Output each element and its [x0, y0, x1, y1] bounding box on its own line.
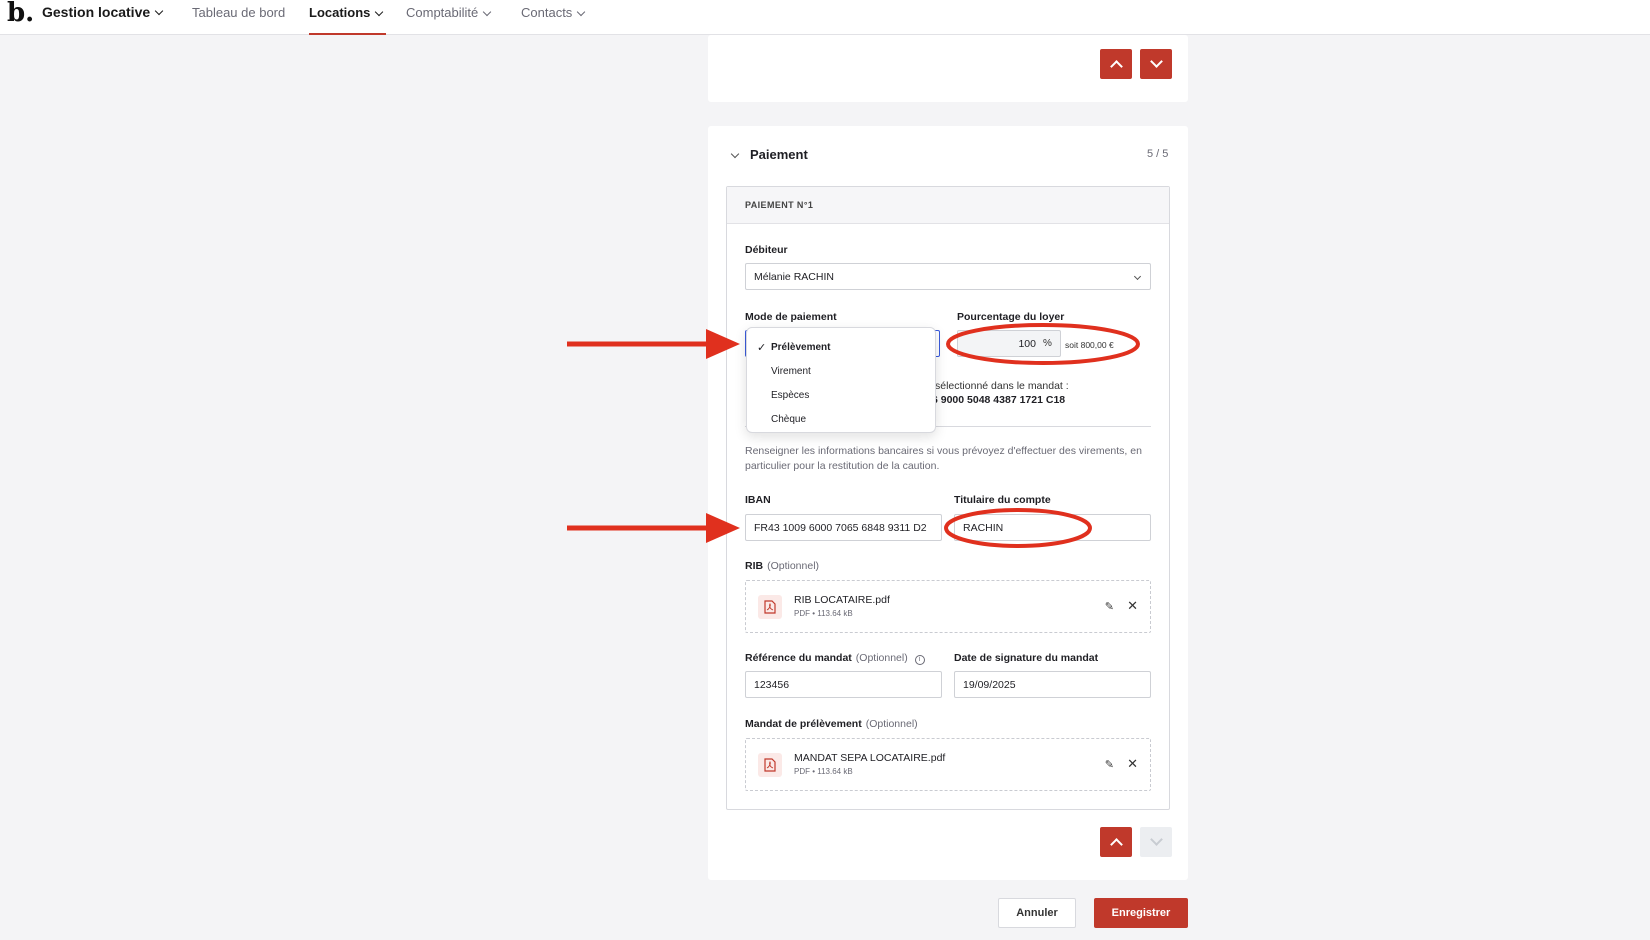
rent-amount: soit 800,00 €: [1065, 340, 1114, 350]
section-title: Paiement: [750, 147, 808, 162]
mandate-date-value: 19/09/2025: [963, 679, 1016, 691]
nav-tableau-de-bord[interactable]: Tableau de bord: [192, 5, 285, 35]
iban-label: IBAN: [745, 494, 771, 506]
chevron-down-icon: [375, 7, 384, 17]
chevron-up-icon: [1109, 60, 1123, 73]
iban-value: FR43 1009 6000 7065 6848 9311 D2: [754, 522, 927, 534]
iban-input[interactable]: FR43 1009 6000 7065 6848 9311 D2: [745, 514, 942, 541]
optional-hint: (Optionnel): [865, 718, 918, 730]
cancel-button[interactable]: Annuler: [998, 898, 1076, 928]
move-down-button[interactable]: [1140, 49, 1172, 79]
pencil-icon[interactable]: ✎: [1105, 758, 1114, 771]
mandate-file-name: MANDAT SEPA LOCATAIRE.pdf: [794, 752, 946, 764]
mandate-iban: 6 9000 5048 4387 1721 C18: [932, 394, 1066, 406]
rib-file-meta: PDF • 113.64 kB: [794, 609, 853, 618]
move-up-button[interactable]: [1100, 49, 1132, 79]
pdf-file-icon: [758, 753, 782, 777]
close-icon[interactable]: ✕: [1127, 756, 1138, 772]
nav-comptabilite[interactable]: Comptabilité: [406, 5, 492, 35]
close-icon[interactable]: ✕: [1127, 598, 1138, 614]
nav-label: Contacts: [521, 5, 573, 20]
top-navigation: b. Gestion locative Tableau de bord Loca…: [0, 0, 1650, 35]
chevron-down-icon: [154, 6, 164, 16]
nav-locations[interactable]: Locations: [309, 5, 387, 35]
optional-hint: (Optionnel): [767, 560, 820, 572]
move-down-button[interactable]: [1140, 827, 1172, 857]
pencil-icon[interactable]: ✎: [1105, 600, 1114, 613]
debtor-select[interactable]: Mélanie RACHIN: [745, 263, 1151, 290]
chevron-up-icon: [1109, 838, 1123, 851]
previous-section-card: [708, 35, 1188, 102]
section-step: 5 / 5: [1147, 148, 1169, 160]
account-holder-label: Titulaire du compte: [954, 494, 1051, 506]
checkmark-icon: ✓: [757, 342, 767, 354]
account-holder-input[interactable]: RACHIN: [954, 514, 1151, 541]
payment-mode-label: Mode de paiement: [745, 311, 837, 323]
move-up-button[interactable]: [1100, 827, 1132, 857]
option-prelevement[interactable]: Prélèvement: [771, 342, 830, 353]
option-especes[interactable]: Espèces: [771, 390, 809, 401]
mandate-date-label: Date de signature du mandat: [954, 652, 1099, 664]
save-button[interactable]: Enregistrer: [1094, 898, 1188, 928]
brand-logo[interactable]: b.: [7, 0, 34, 28]
rib-file-upload[interactable]: RIB LOCATAIRE.pdf PDF • 113.64 kB ✎ ✕: [745, 580, 1151, 633]
mandate-note: sélectionné dans le mandat :: [935, 380, 1069, 392]
bank-helper-text: Renseigner les informations bancaires si…: [745, 445, 1142, 472]
optional-hint: (Optionnel): [855, 652, 908, 664]
panel-header: PAIEMENT N°1: [727, 187, 1169, 224]
mandate-file-meta: PDF • 113.64 kB: [794, 767, 853, 776]
chevron-down-icon: [1149, 55, 1163, 68]
debtor-value: Mélanie RACHIN: [754, 271, 834, 283]
nav-label: Tableau de bord: [192, 5, 286, 20]
mandate-ref-label: Référence du mandat (Optionnel) i: [745, 652, 925, 665]
info-icon[interactable]: i: [914, 655, 925, 665]
panel-heading: PAIEMENT N°1: [745, 200, 814, 210]
percent-unit: %: [1043, 338, 1052, 349]
nav-contacts[interactable]: Contacts: [521, 5, 586, 35]
option-cheque[interactable]: Chèque: [771, 414, 806, 425]
rent-percent-label: Pourcentage du loyer: [957, 311, 1065, 323]
app-switcher[interactable]: Gestion locative: [42, 4, 164, 34]
rib-label: RIB (Optionnel): [745, 560, 819, 572]
mandate-date-input[interactable]: 19/09/2025: [954, 671, 1151, 698]
app-name: Gestion locative: [42, 4, 151, 20]
chevron-down-icon: [577, 7, 586, 17]
chevron-down-icon: [1149, 833, 1163, 846]
mandate-ref-input[interactable]: 123456: [745, 671, 942, 698]
pdf-file-icon: [758, 595, 782, 619]
mandate-file-upload[interactable]: MANDAT SEPA LOCATAIRE.pdf PDF • 113.64 k…: [745, 738, 1151, 791]
chevron-down-icon: [1133, 272, 1142, 281]
mandate-ref-label-text: Référence du mandat: [745, 652, 852, 664]
rent-percent-value: 100: [1018, 338, 1036, 350]
debtor-label: Débiteur: [745, 244, 788, 256]
option-virement[interactable]: Virement: [771, 366, 811, 377]
direct-debit-mandate-label: Mandat de prélèvement (Optionnel): [745, 718, 918, 730]
chevron-down-icon: [483, 7, 492, 17]
payment-mode-dropdown: ✓ Prélèvement Virement Espèces Chèque: [746, 327, 936, 433]
rib-label-text: RIB: [745, 560, 764, 572]
direct-debit-mandate-label-text: Mandat de prélèvement: [745, 718, 862, 730]
mandate-ref-value: 123456: [754, 679, 790, 691]
nav-label: Locations: [309, 5, 371, 20]
account-holder-value: RACHIN: [963, 522, 1004, 534]
rib-file-name: RIB LOCATAIRE.pdf: [794, 594, 890, 606]
nav-label: Comptabilité: [406, 5, 479, 20]
